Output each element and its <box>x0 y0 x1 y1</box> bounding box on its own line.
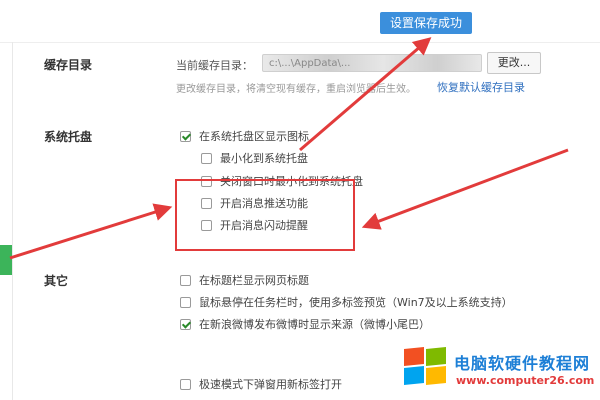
windows-logo-icon <box>404 346 448 386</box>
watermark-title: 电脑软硬件教程网 <box>454 354 591 373</box>
arrow-from-right <box>361 148 569 230</box>
site-watermark: 电脑软硬件教程网 www.computer26.com <box>400 340 600 400</box>
watermark-url: www.computer26.com <box>456 374 595 387</box>
arrow-to-toast <box>299 37 432 152</box>
arrow-from-left <box>9 203 173 260</box>
